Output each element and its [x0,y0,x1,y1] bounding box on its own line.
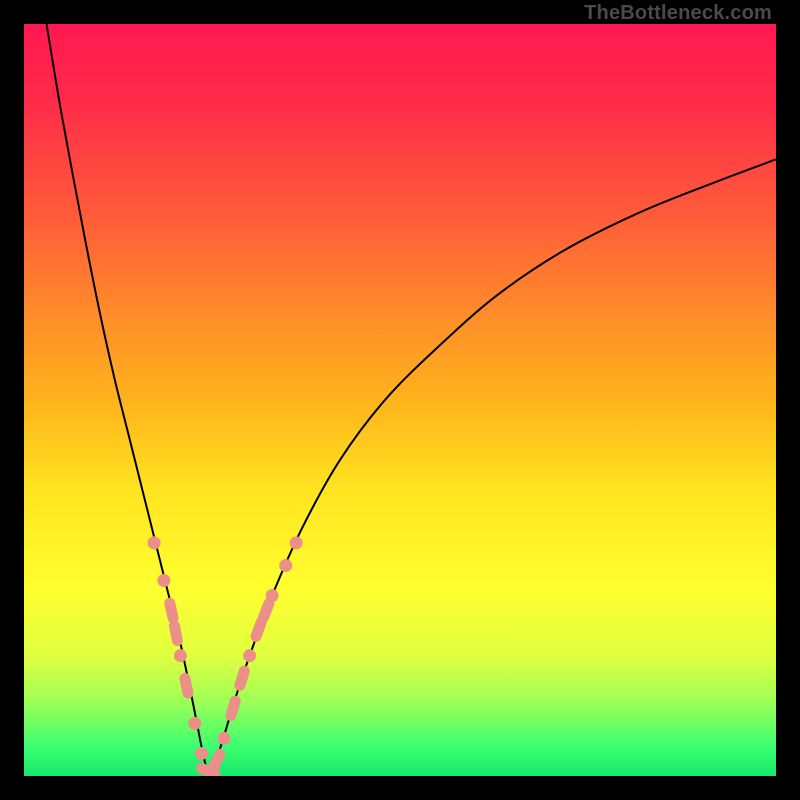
marker-dot [195,747,208,760]
plot-area [24,24,776,776]
marker-dot [243,649,256,662]
marker-dot [290,536,303,549]
attribution-text: TheBottleneck.com [584,2,772,25]
marker-dot [279,559,292,572]
marker-dot [218,732,231,745]
marker-pill [233,664,251,692]
curve-svg [24,24,776,776]
marker-dot [148,536,161,549]
highlight-markers [148,536,303,776]
marker-pill [168,619,184,647]
marker-dot [266,589,279,602]
marker-pill [224,694,242,722]
marker-pill [206,747,227,775]
marker-pill [163,597,180,625]
chart-frame: TheBottleneck.com [0,0,800,800]
bottleneck-curve [47,24,776,773]
marker-dot [157,574,170,587]
marker-pill [178,672,194,700]
marker-dot [174,649,187,662]
marker-dot [188,717,201,730]
